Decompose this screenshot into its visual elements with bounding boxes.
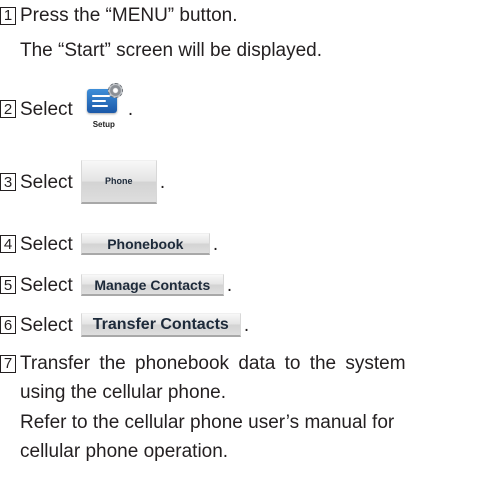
step-5: 5 Select Manage Contacts . [0,274,232,296]
step-4-text: Select [20,233,73,255]
transfer-contacts-button[interactable]: Transfer Contacts [80,313,241,337]
step-3-period: . [159,171,166,193]
step-7: 7 Transfer the phonebook data to the sys… [0,354,406,373]
step-2-text: Select [20,98,73,120]
step-number-2: 2 [0,100,16,118]
step-number-3: 3 [0,173,16,191]
step-number-1: 1 [0,6,16,25]
step-6-text: Select [20,314,73,336]
phonebook-button[interactable]: Phonebook [80,233,210,255]
setup-icon: Setup [83,83,125,135]
step-1-detail: The “Start” screen will be displayed. [20,40,323,61]
setup-icon-label: Setup [92,120,115,129]
step-7-line-2: Refer to the cellular phone user’s manua… [20,412,395,433]
step-2-period: . [127,98,134,120]
step-7-line-3: cellular phone operation. [20,441,229,462]
step-3: 3 Select Phone . [0,160,165,204]
gear-icon [107,83,123,98]
step-5-text: Select [20,274,73,296]
step-2: 2 Select Setup . [0,83,133,135]
step-number-6: 6 [0,316,16,334]
step-6-period: . [243,314,250,336]
step-5-period: . [226,274,233,296]
step-4-period: . [212,233,219,255]
phone-button[interactable]: Phone [80,160,157,204]
step-7-text: Transfer the phonebook data to the syste… [20,353,406,374]
step-number-7: 7 [0,354,16,373]
step-1-text: Press the “MENU” button. [20,5,238,26]
step-number-4: 4 [0,235,16,253]
step-7-line-1: using the cellular phone. [20,382,226,403]
manage-contacts-button[interactable]: Manage Contacts [80,274,224,296]
step-3-text: Select [20,171,73,193]
step-number-5: 5 [0,276,16,294]
step-4: 4 Select Phonebook . [0,233,218,255]
step-6: 6 Select Transfer Contacts . [0,313,249,337]
step-1: 1 Press the “MENU” button. [0,6,238,25]
